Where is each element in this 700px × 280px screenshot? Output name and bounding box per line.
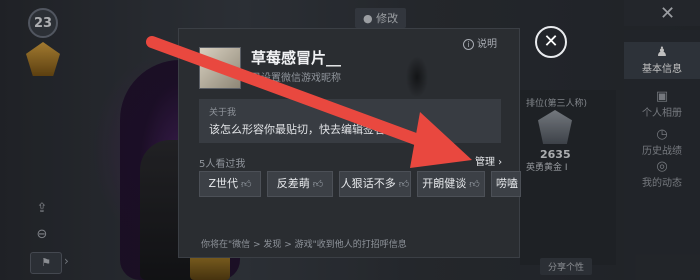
- tag-label: 人狠话不多: [340, 177, 396, 190]
- greeting-hint: 你将在"微信 > 发现 > 游戏"收到他人的打招呼信息: [201, 240, 407, 250]
- visitor-count: 5人看过我: [199, 159, 246, 170]
- tag-chip[interactable]: 人狠话不多 👍︎: [339, 171, 411, 197]
- avatar[interactable]: [199, 47, 241, 89]
- tag-chip[interactable]: 开朗健谈 👍︎: [417, 171, 485, 197]
- about-me-box[interactable]: 关于我 该怎么形容你最贴切，快去编辑签名: [199, 99, 501, 143]
- thumbs-up-icon: 👍︎: [312, 179, 324, 190]
- tag-label: 唠嗑达: [496, 177, 518, 190]
- help-button[interactable]: i 说明: [463, 35, 497, 50]
- info-icon: i: [463, 39, 474, 50]
- help-label: 说明: [477, 39, 497, 50]
- tag-chip[interactable]: 唠嗑达: [491, 171, 521, 197]
- tag-label: Z世代: [208, 177, 239, 190]
- nickname: 草莓感冒片__: [251, 49, 342, 67]
- thumbs-up-icon: 👍︎: [398, 179, 410, 190]
- manage-tags-link[interactable]: 管理 ›: [475, 153, 502, 168]
- soldier-silhouette: [397, 43, 437, 103]
- tag-label: 开朗健谈: [422, 177, 467, 190]
- about-label: 关于我: [209, 108, 237, 118]
- close-icon[interactable]: ✕: [535, 26, 567, 58]
- thumbs-up-icon: 👍︎: [241, 179, 252, 190]
- profile-card-modal: 草莓感冒片__ 已设置微信游戏昵称 i 说明 关于我 该怎么形容你最贴切，快去编辑…: [178, 28, 521, 258]
- tag-chip[interactable]: 反差萌 👍︎: [267, 171, 333, 197]
- tag-label: 反差萌: [276, 177, 310, 190]
- nickname-hint: 已设置微信游戏昵称: [251, 73, 341, 84]
- tag-chip[interactable]: Z世代 👍︎: [199, 171, 261, 197]
- thumbs-up-icon: 👍︎: [469, 179, 480, 190]
- signature-text: 该怎么形容你最贴切，快去编辑签名: [209, 123, 385, 136]
